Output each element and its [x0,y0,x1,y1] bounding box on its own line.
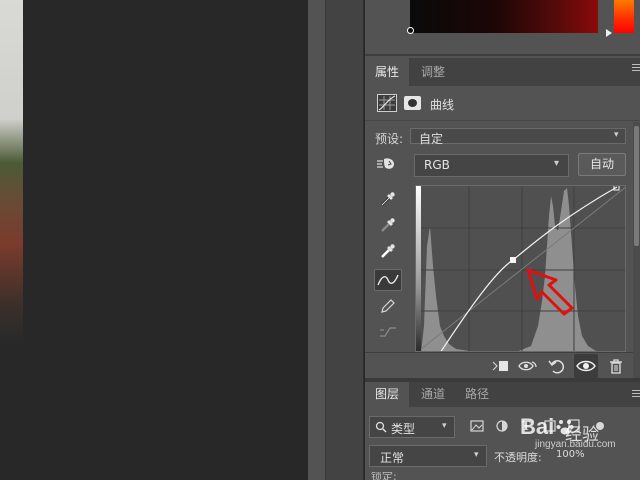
layers-tabbar: 图层 通道 路径 [365,382,640,407]
adjustment-filter-icon[interactable] [494,418,510,434]
scrollbar-thumb[interactable] [634,126,639,246]
collapsed-panel-dock [326,0,364,480]
divider [365,54,640,56]
visibility-toggle[interactable] [574,354,598,378]
input-gradient-bar [416,186,421,351]
panel-menu-icon[interactable] [632,390,640,400]
tab-properties[interactable]: 属性 [365,58,409,86]
clip-to-layer-icon[interactable] [490,356,510,376]
reset-icon[interactable] [547,356,567,376]
panel-menu-icon[interactable] [632,64,640,74]
preset-label: 预设: [375,132,404,146]
tab-paths[interactable]: 路径 [455,382,499,407]
channel-value: RGB [424,158,450,172]
blend-mode-value: 正常 [380,451,405,465]
layer-filter-value: 类型 [391,422,416,436]
curves-graph-svg [416,186,625,351]
document-canvas-image [0,0,23,340]
pencil-icon[interactable] [374,295,402,317]
tab-channels[interactable]: 通道 [411,382,455,407]
tab-adjustments[interactable]: 调整 [411,58,455,86]
lock-row: 锁定: [365,472,640,480]
opacity-value[interactable]: 100% [556,449,585,460]
target-adjust-icon[interactable] [375,155,399,175]
hue-slider-arrow[interactable] [606,29,612,37]
canvas-pasteboard [23,0,308,480]
properties-tabbar: 属性 调整 [365,58,640,86]
eyedropper-gray-icon[interactable] [374,214,402,236]
smooth-icon[interactable] [374,321,402,343]
layer-mask-icon[interactable] [404,96,421,110]
panel-gutter [308,0,325,480]
chevron-down-icon: ▾ [442,421,447,431]
hand-target-glyph [377,158,394,169]
adjustment-title: 曲线 [430,98,455,112]
trash-icon[interactable] [606,356,626,376]
watermark-brand: Bai [520,414,555,439]
chevron-down-icon: ▾ [474,450,479,460]
hue-slider[interactable] [614,0,634,33]
divider [365,120,640,121]
visibility-eye-icon [576,360,596,372]
baseline-diagonal [417,186,625,351]
curve-point-icon[interactable] [374,269,402,291]
tab-layers[interactable]: 图层 [365,382,409,407]
curves-glyph-icon [378,95,396,111]
color-field-handle[interactable] [407,27,414,34]
color-field[interactable] [410,0,598,33]
opacity-label: 不透明度: [494,451,542,464]
curve-control-point [510,257,516,263]
preset-value: 自定 [419,132,444,146]
auto-button[interactable]: 自动 [578,153,626,176]
search-icon [375,421,387,436]
chevron-down-icon: ▾ [614,130,619,140]
chevron-down-icon: ▾ [554,158,560,169]
view-previous-icon[interactable] [518,356,538,376]
image-filter-icon[interactable] [469,418,485,434]
watermark-url: jingyan.baidu.com [535,439,616,450]
lock-label: 锁定: [371,472,397,480]
eyedropper-black-icon[interactable] [374,188,402,210]
curves-adjustment-icon [377,94,397,112]
curves-graph[interactable] [415,185,626,352]
eyedropper-white-icon[interactable] [374,240,402,262]
